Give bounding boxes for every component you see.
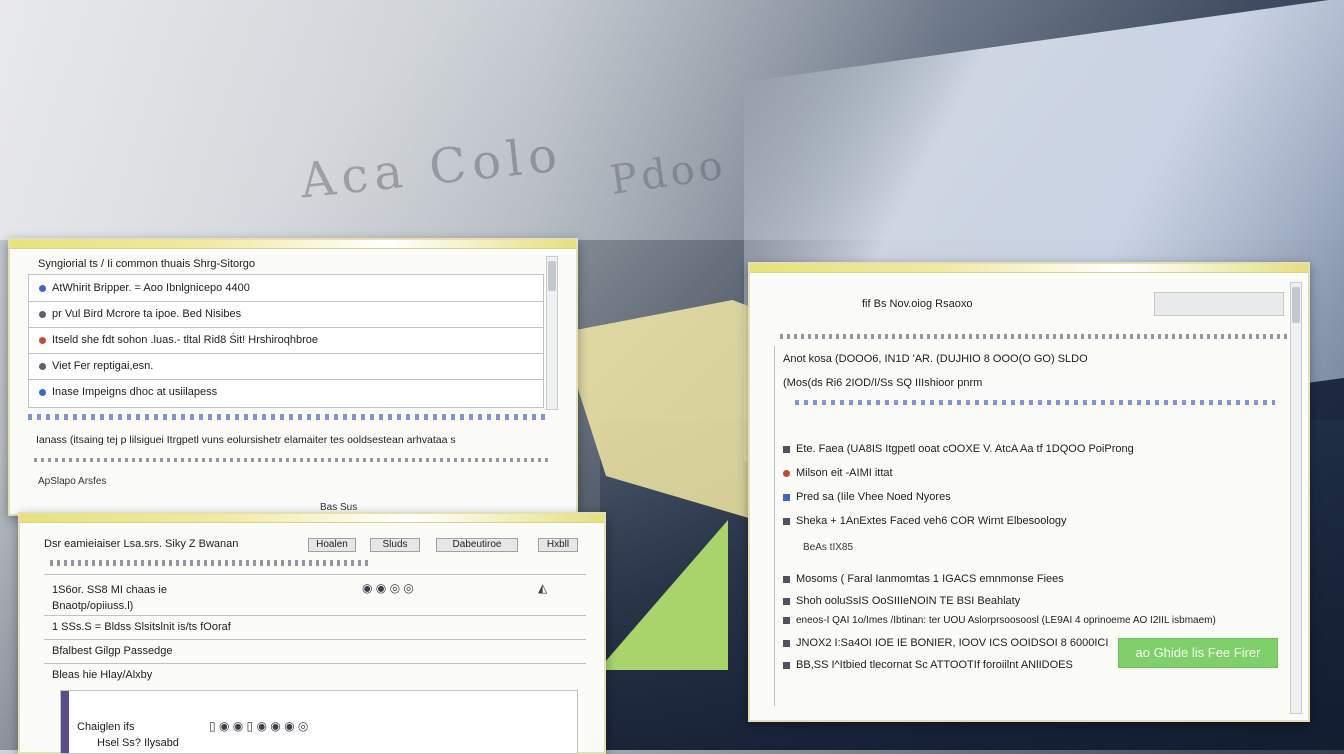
lower-window-subpanel: Chaiglen ifs ▯ ◉ ◉ ▯ ◉ ◉ ◉ ◎ Hsel Ss? Il…: [60, 690, 578, 754]
lower-window-header: Dsr eamieiaiser Lsa.srs. Siky Z Bwanan: [44, 538, 239, 550]
right-window-titlebar[interactable]: [750, 264, 1308, 273]
right-window-toolbar[interactable]: [780, 334, 1296, 339]
scrollbar-thumb[interactable]: [548, 261, 556, 291]
cta-button[interactable]: ao Ghide lis Fee Firer: [1118, 638, 1278, 668]
list-item[interactable]: Ete. Faea (UA8IS Itgpetl ooat cOOXE V. A…: [783, 440, 1291, 458]
list-item[interactable]: pr Vul Bird Mcrore ta ipoe. Bed Nisibes: [29, 301, 543, 328]
list-item[interactable]: Bleas hie Hlay/Alxby: [44, 663, 586, 687]
right-window-progress-strip: [795, 400, 1275, 405]
subpanel-icons[interactable]: ▯ ◉ ◉ ▯ ◉ ◉ ◉ ◎: [209, 719, 308, 733]
radio-icon: [39, 310, 46, 318]
radio-icon: [39, 284, 46, 292]
list-item[interactable]: Shoh ooluSsIS OoSIIIeNOIN TE BSI Beahlat…: [783, 592, 1291, 610]
lower-window-titlebar[interactable]: [20, 514, 604, 523]
left-window-scrollbar[interactable]: [546, 256, 558, 410]
left-window-footer-line: Ianass (itsaing tej p lilsiguei Itrgpetl…: [36, 434, 456, 446]
left-window-header: Syngiorial ts / Ii common thuais Shrg-Si…: [38, 258, 256, 270]
tool-icons[interactable]: ◉ ◉ ◎ ◎: [362, 581, 414, 595]
radio-icon: [39, 336, 46, 344]
left-window: Syngiorial ts / Ii common thuais Shrg-Si…: [8, 238, 578, 516]
right-window: fif Bs Nov.oiog Rsaoxo Anot kosa (DOOO6,…: [748, 262, 1310, 722]
lower-window: Dsr eamieiaiser Lsa.srs. Siky Z Bwanan H…: [18, 512, 606, 754]
section-label: BeAs tIX85: [803, 542, 854, 553]
subpanel-row: Hsel Ss? Ilysabd: [97, 737, 179, 749]
list-item[interactable]: (Mos(ds Ri6 2IOD/I/Ss SQ IIIshioor pnrm: [783, 374, 1291, 392]
list-item[interactable]: Milson eit -AIMI ittat: [783, 464, 1291, 482]
lower-window-button-d[interactable]: Hxbll: [538, 538, 578, 552]
list-item[interactable]: BB,SS I^Itbied tlecornat Sc ATTOOTIf for…: [783, 656, 1113, 674]
left-window-status: ApSlapo Arsfes: [38, 476, 107, 487]
list-item[interactable]: Bnaotp/opiiuss.l): [44, 597, 586, 616]
list-item[interactable]: Itseld she fdt sohon .luas.- tltal Rid8 …: [29, 327, 543, 354]
subpanel-header: Chaiglen ifs: [77, 721, 135, 733]
right-window-scrollbar[interactable]: [1290, 282, 1302, 714]
left-window-progress: [34, 458, 550, 462]
lower-window-button-b[interactable]: Sluds: [370, 538, 420, 552]
list-item[interactable]: Anot kosa (DOOO6, IN1D 'AR. (DUJHIO 8 OO…: [783, 350, 1291, 368]
list-item[interactable]: Inase Impeigns dhoc at usiilapess: [29, 379, 543, 405]
lower-window-toolbar-strip: [50, 560, 370, 566]
radio-icon: [39, 362, 46, 370]
scrollbar-thumb[interactable]: [1292, 287, 1300, 323]
flag-icon[interactable]: ◭: [538, 581, 547, 595]
list-item[interactable]: 1 SSs.S = Bldss Slsitslnit is/ts fOoraf: [44, 615, 586, 640]
list-item[interactable]: Bfalbest Gilgp Passedge: [44, 639, 586, 664]
list-item[interactable]: Viet Fer reptigai,esn.: [29, 353, 543, 380]
list-item[interactable]: Mosoms ( Faral Ianmomtas 1 IGACS emnmons…: [783, 570, 1291, 588]
lower-window-button-a[interactable]: Hoalen: [308, 538, 356, 552]
list-item[interactable]: AtWhirit Bripper. = Aoo Ibnlgnicepo 4400: [29, 275, 543, 302]
lower-window-button-c[interactable]: Dabeutiroe: [436, 538, 518, 552]
left-window-tab-strip[interactable]: [28, 414, 548, 420]
left-window-titlebar[interactable]: [10, 240, 576, 249]
lower-window-list: 1S6or. SS8 MI chaas ie ◉ ◉ ◎ ◎ ◭ Bnaotp/…: [44, 574, 586, 685]
list-item[interactable]: Pred sa (Iile Vhee Noed Nyores: [783, 488, 1291, 506]
left-window-list: AtWhirit Bripper. = Aoo Ibnlgnicepo 4400…: [28, 274, 544, 408]
right-window-search[interactable]: [1154, 292, 1284, 316]
list-item[interactable]: Sheka + 1AnExtes Faced veh6 COR Wirnt El…: [783, 512, 1291, 530]
list-item[interactable]: eneos-I QAI 1o/Imes /Ibtinan: ter UOU As…: [783, 612, 1291, 630]
radio-icon: [39, 388, 46, 396]
